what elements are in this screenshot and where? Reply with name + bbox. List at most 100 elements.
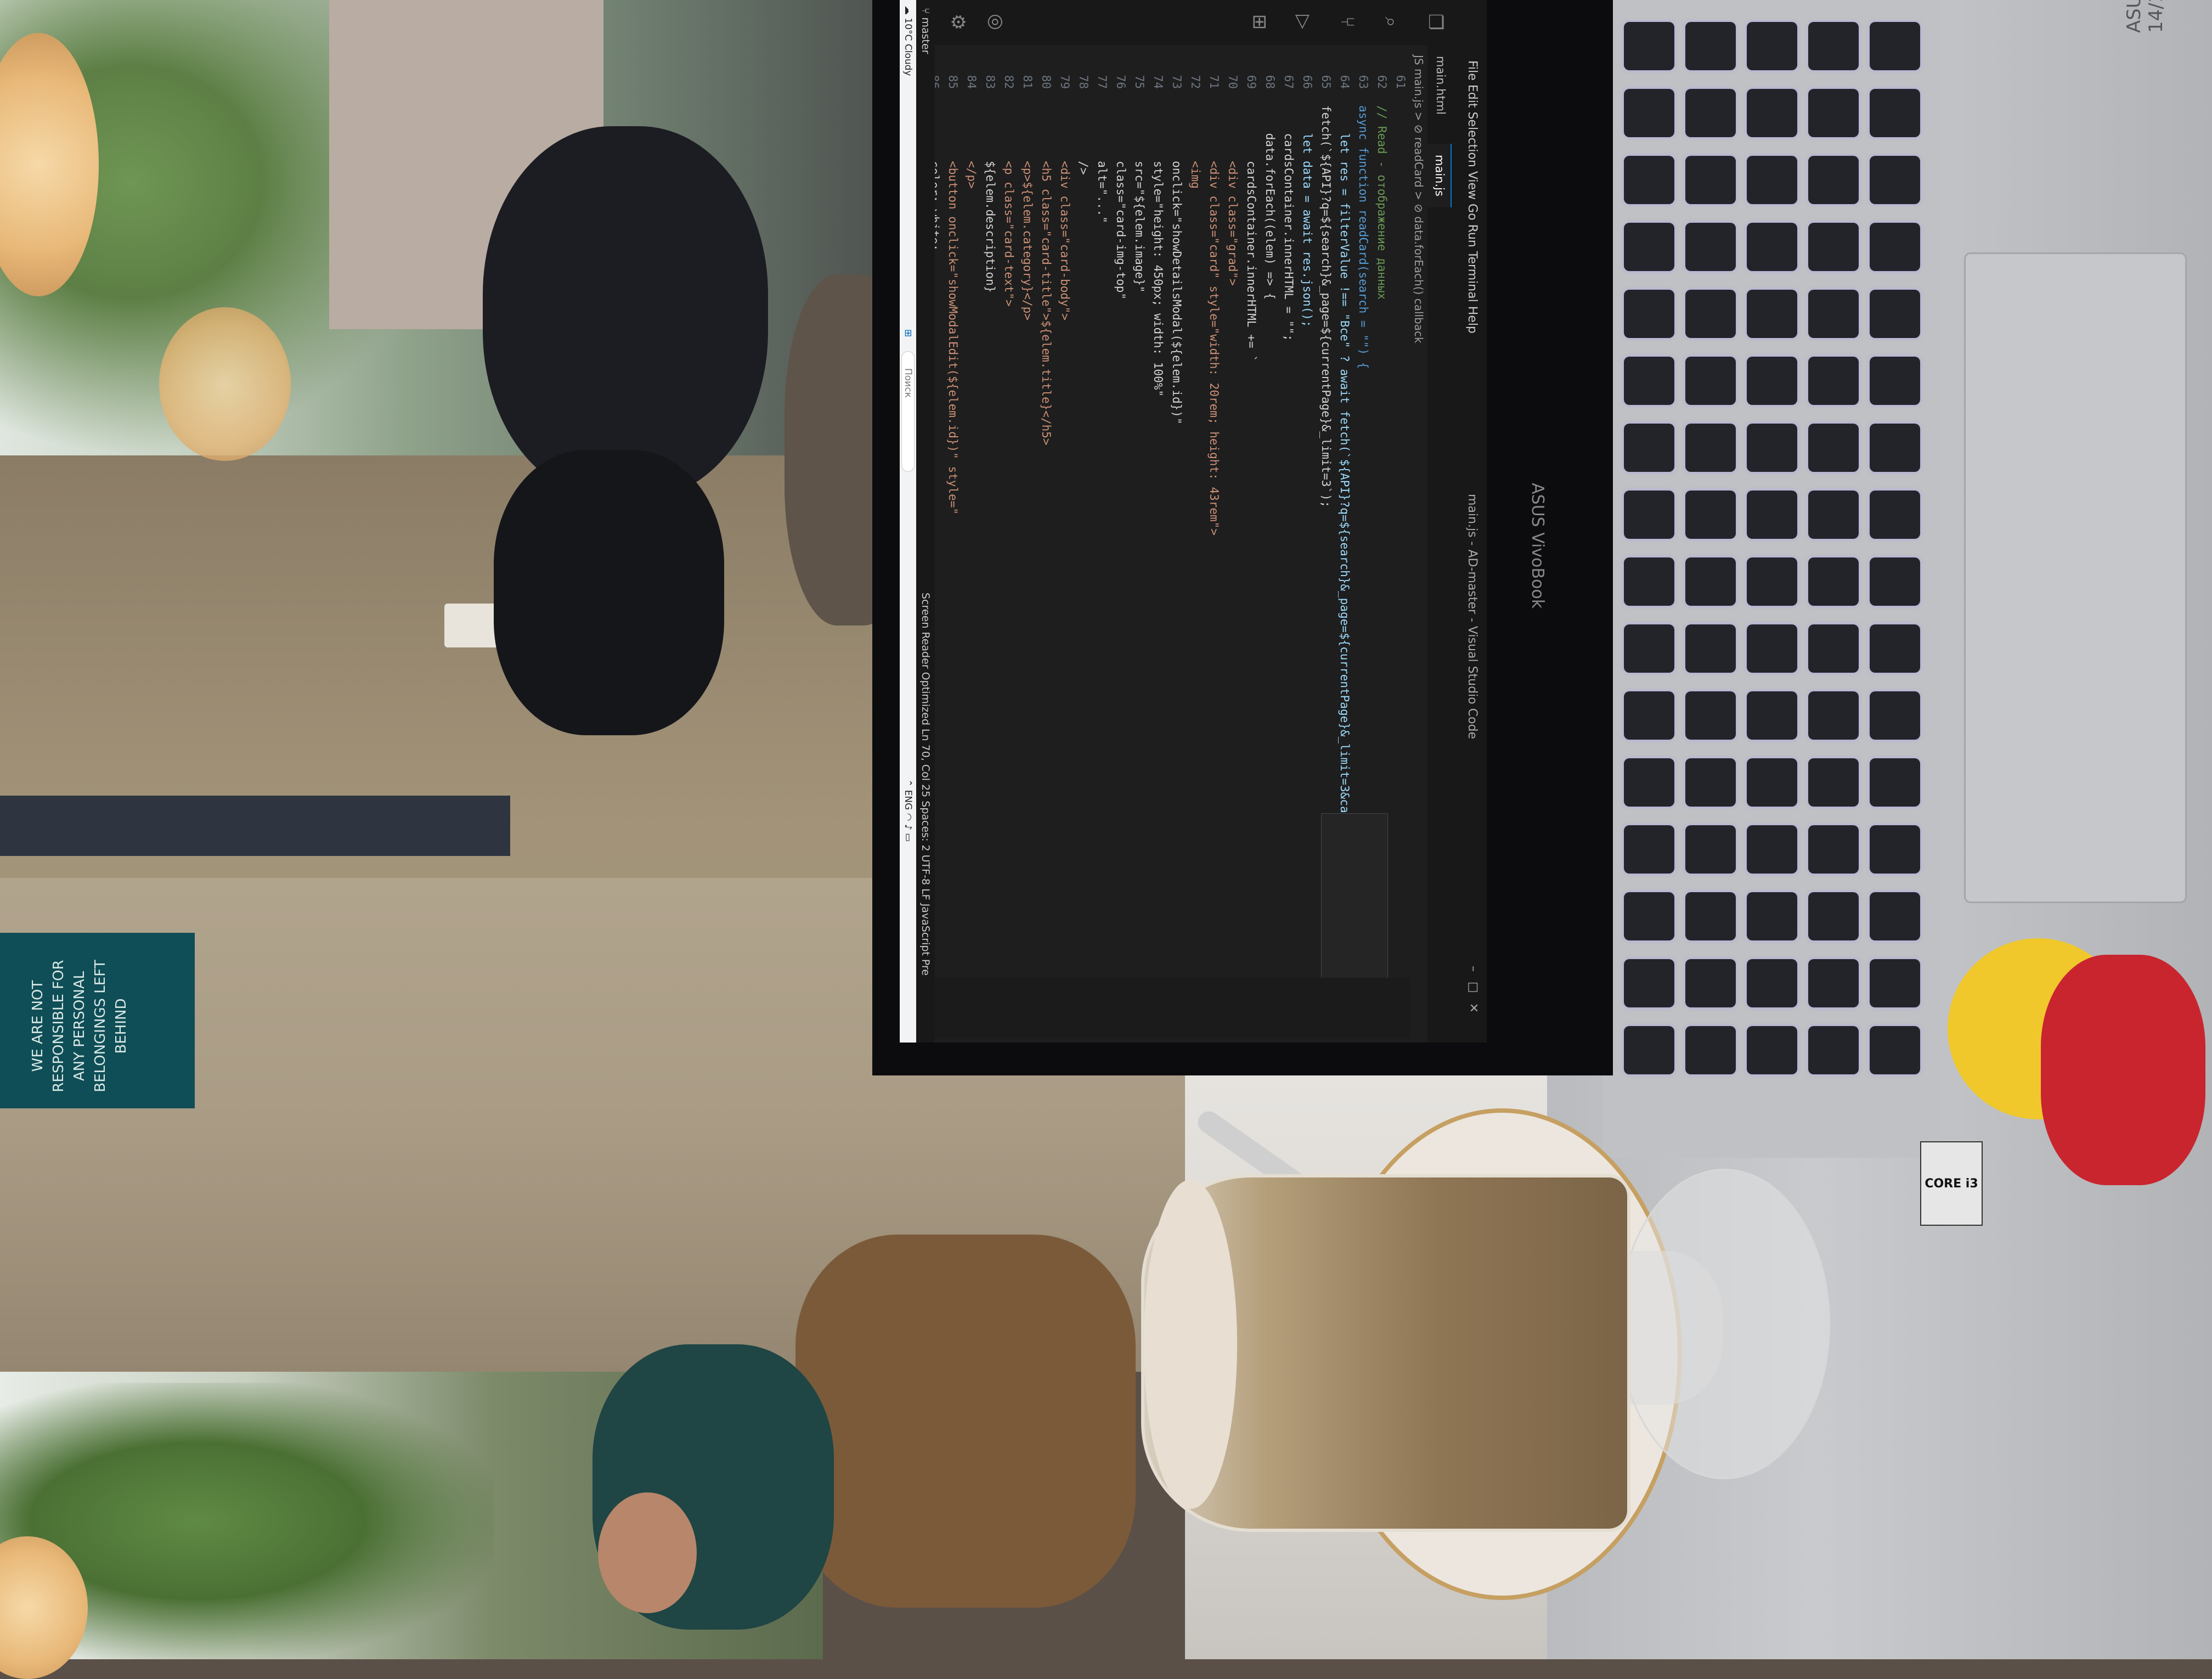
keyboard-key[interactable] (1870, 223, 1920, 271)
keyboard-key[interactable] (1624, 1026, 1674, 1074)
code-line[interactable]: <div class="card-body"> (1056, 105, 1074, 1028)
minimap[interactable] (935, 978, 1410, 1038)
code-line[interactable]: data.forEach((elem) => { (1261, 105, 1279, 1028)
keyboard-key[interactable] (1624, 22, 1674, 70)
keyboard-key[interactable] (1685, 624, 1736, 673)
keyboard-key[interactable] (1685, 290, 1736, 338)
code-line[interactable]: src="${elem.image}" (1130, 105, 1149, 1028)
keyboard-key[interactable] (1747, 557, 1797, 606)
keyboard-key[interactable] (1685, 825, 1736, 874)
code-line[interactable]: alt="..." (1093, 105, 1111, 1028)
explorer-icon[interactable]: ❐ (1424, 12, 1446, 32)
keyboard-key[interactable] (1870, 959, 1920, 1007)
menu-view[interactable]: View (1465, 171, 1479, 200)
keyboard-key[interactable] (1870, 491, 1920, 539)
keyboard-key[interactable] (1808, 892, 1859, 940)
keyboard-key[interactable] (1624, 491, 1674, 539)
keyboard-key[interactable] (1624, 691, 1674, 740)
keyboard-key[interactable] (1624, 89, 1674, 137)
keyboard-key[interactable] (1870, 825, 1920, 874)
keyboard-key[interactable] (1624, 624, 1674, 673)
chevron-up-icon[interactable]: ⌃ (902, 779, 913, 790)
keyboard-key[interactable] (1870, 424, 1920, 472)
window-controls[interactable]: –□✕ (1466, 966, 1480, 1023)
keyboard-key[interactable] (1685, 424, 1736, 472)
run-debug-icon[interactable]: ▷ (1293, 12, 1314, 32)
keyboard-key[interactable] (1870, 892, 1920, 940)
keyboard-key[interactable] (1870, 1026, 1920, 1074)
keyboard-key[interactable] (1808, 758, 1859, 807)
keyboard-key[interactable] (1747, 22, 1797, 70)
keyboard-key[interactable] (1747, 156, 1797, 204)
wifi-icon[interactable]: ◠ (902, 813, 913, 821)
keyboard-key[interactable] (1870, 557, 1920, 606)
code-line[interactable]: </p> (962, 105, 981, 1028)
menu-edit[interactable]: Edit (1465, 84, 1479, 108)
code-line[interactable]: ${elem.description} (981, 105, 1000, 1028)
breadcrumb[interactable]: JS main.js > ⊘ readCard > ⊘ data.forEach… (1412, 55, 1425, 343)
keyboard-key[interactable] (1624, 290, 1674, 338)
keyboard-key[interactable] (1747, 223, 1797, 271)
keyboard-key[interactable] (1870, 624, 1920, 673)
keyboard-key[interactable] (1624, 424, 1674, 472)
volume-icon[interactable]: ♪ (902, 824, 913, 830)
keyboard-key[interactable] (1808, 959, 1859, 1007)
keyboard-key[interactable] (1685, 491, 1736, 539)
code-line[interactable]: onclick="showDetailsModal(${elem.id})" (1167, 105, 1186, 1028)
code-line[interactable]: <p class="card-text"> (1000, 105, 1018, 1028)
keyboard-key[interactable] (1624, 892, 1674, 940)
menu-file[interactable]: File (1465, 60, 1479, 81)
windows-start-icon[interactable]: ⊞ (902, 329, 913, 337)
menu-help[interactable]: Help (1465, 306, 1479, 334)
menu-run[interactable]: Run (1465, 224, 1479, 247)
code-line[interactable]: <button onclick="showModalEdit(${elem.id… (944, 105, 962, 1028)
keyboard-key[interactable] (1808, 89, 1859, 137)
keyboard-key[interactable] (1808, 223, 1859, 271)
code-line[interactable]: <p>${elem.category}</p> (1018, 105, 1037, 1028)
menu-go[interactable]: Go (1465, 204, 1479, 221)
keyboard-key[interactable] (1747, 290, 1797, 338)
keyboard-key[interactable] (1808, 624, 1859, 673)
keyboard-key[interactable] (1870, 758, 1920, 807)
menu-terminal[interactable]: Terminal (1465, 251, 1479, 302)
keyboard-key[interactable] (1685, 22, 1736, 70)
status-branch[interactable]: ⑂ master (919, 8, 932, 54)
keyboard-key[interactable] (1685, 758, 1736, 807)
keyboard-key[interactable] (1870, 290, 1920, 338)
search-icon[interactable]: ⌕ (1380, 12, 1402, 32)
keyboard-key[interactable] (1808, 22, 1859, 70)
code-line[interactable]: <img (1186, 105, 1205, 1028)
keyboard-key[interactable] (1808, 491, 1859, 539)
keyboard-key[interactable] (1685, 89, 1736, 137)
code-line[interactable]: <div class="card" style="width: 20rem; h… (1205, 105, 1223, 1028)
code-line[interactable]: let data = await res.json(); (1298, 105, 1317, 1028)
keyboard-key[interactable] (1747, 89, 1797, 137)
keyboard-key[interactable] (1624, 223, 1674, 271)
keyboard-key[interactable] (1808, 825, 1859, 874)
keyboard-key[interactable] (1624, 959, 1674, 1007)
account-icon[interactable]: ◎ (985, 12, 1007, 32)
code-line[interactable]: /> (1074, 105, 1093, 1028)
keyboard-key[interactable] (1685, 223, 1736, 271)
keyboard-key[interactable] (1747, 892, 1797, 940)
tab-main-html[interactable]: main.html (1421, 45, 1452, 126)
keyboard-key[interactable] (1685, 959, 1736, 1007)
maximize-icon[interactable]: □ (1466, 982, 1480, 1003)
keyboard-key[interactable] (1747, 1026, 1797, 1074)
system-tray[interactable]: ⌃ ENG ◠ ♪ ▭ (902, 779, 913, 842)
keyboard-key[interactable] (1747, 825, 1797, 874)
keyboard-key[interactable] (1870, 357, 1920, 405)
keyboard-key[interactable] (1870, 22, 1920, 70)
code-line[interactable]: <div class="grad"> (1223, 105, 1242, 1028)
keyboard-key[interactable] (1870, 156, 1920, 204)
taskbar-search-input[interactable]: Поиск (901, 351, 915, 472)
keyboard-key[interactable] (1685, 1026, 1736, 1074)
code-line[interactable]: cardsContainer.innerHTML += ` (1242, 105, 1261, 1028)
keyboard-key[interactable] (1624, 557, 1674, 606)
language-indicator[interactable]: ENG (902, 790, 913, 810)
keyboard-key[interactable] (1747, 624, 1797, 673)
keyboard-key[interactable] (1870, 89, 1920, 137)
battery-icon[interactable]: ▭ (902, 833, 913, 842)
status-info[interactable]: Screen Reader Optimized Ln 70, Col 25 Sp… (919, 593, 932, 976)
keyboard-key[interactable] (1685, 156, 1736, 204)
